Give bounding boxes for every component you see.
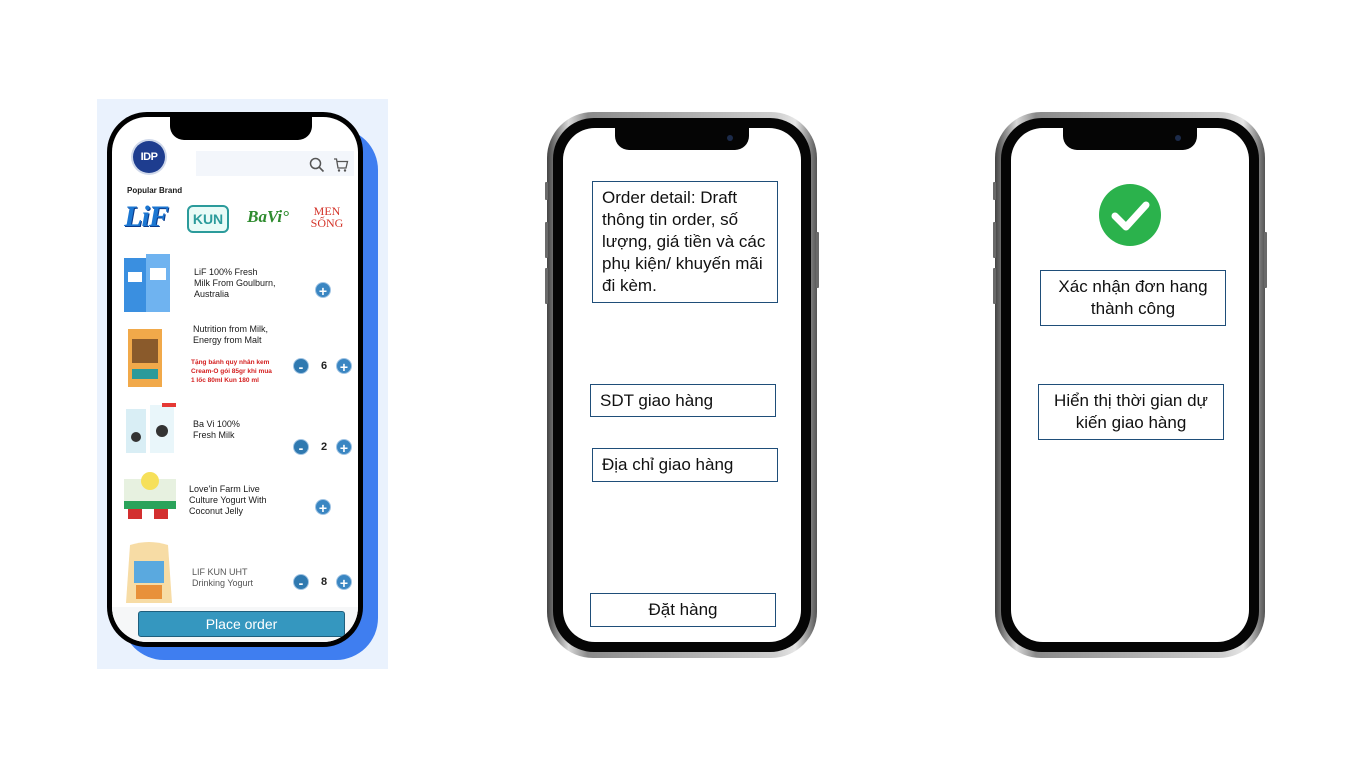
phone-side-button bbox=[816, 232, 819, 288]
product-image[interactable] bbox=[122, 401, 178, 457]
phone-side-button bbox=[993, 268, 996, 304]
phone-side-button bbox=[993, 182, 996, 200]
product-image[interactable] bbox=[122, 469, 178, 523]
kun-brand-logo[interactable]: KUN bbox=[187, 205, 229, 233]
decrease-button[interactable]: - bbox=[293, 439, 309, 456]
phone-notch bbox=[615, 128, 749, 150]
add-button[interactable]: + bbox=[315, 499, 331, 516]
quantity-value: 2 bbox=[320, 441, 328, 453]
product-name: Love'in Farm Live Culture Yogurt With Co… bbox=[189, 484, 267, 516]
product-image[interactable] bbox=[122, 252, 174, 314]
decrease-button[interactable]: - bbox=[293, 574, 309, 591]
product-image[interactable] bbox=[120, 539, 178, 607]
order-detail-box: Order detail: Draft thông tin order, số … bbox=[592, 181, 778, 303]
idp-logo[interactable]: IDP bbox=[133, 141, 165, 173]
app-mockup-phone: IDP Popular Brand LiF KUN BaVi° MEN SỐNG… bbox=[107, 112, 363, 647]
decrease-button[interactable]: - bbox=[293, 358, 309, 375]
phone-notch bbox=[1063, 128, 1197, 150]
promo-text: Tặng bánh quy nhân kem Cream-O gói 85gr … bbox=[191, 359, 272, 384]
product-name: LIF KUN UHT Drinking Yogurt bbox=[192, 567, 254, 588]
check-circle-icon bbox=[1099, 184, 1161, 246]
increase-button[interactable]: + bbox=[336, 439, 352, 456]
camera-icon bbox=[1175, 135, 1181, 141]
camera-icon bbox=[727, 135, 733, 141]
delivery-address-field[interactable]: Địa chỉ giao hàng bbox=[592, 448, 778, 482]
quantity-value: 6 bbox=[320, 360, 328, 372]
phone-side-button bbox=[545, 268, 548, 304]
product-name: Ba Vi 100% Fresh Milk bbox=[193, 419, 240, 440]
app-screen: IDP Popular Brand LiF KUN BaVi° MEN SỐNG… bbox=[112, 117, 358, 642]
phone-side-button bbox=[993, 222, 996, 258]
product-name: Nutrition from Milk, Energy from Malt bbox=[193, 324, 269, 345]
lif-brand-logo[interactable]: LiF bbox=[124, 199, 169, 235]
product-image[interactable] bbox=[122, 325, 168, 391]
phone-side-button bbox=[1264, 232, 1267, 288]
increase-button[interactable]: + bbox=[336, 574, 352, 591]
cart-icon[interactable] bbox=[333, 157, 349, 173]
add-button[interactable]: + bbox=[315, 282, 331, 299]
popular-brand-title: Popular Brand bbox=[127, 186, 183, 195]
place-order-button[interactable]: Đặt hàng bbox=[590, 593, 776, 627]
header-bar bbox=[196, 151, 354, 176]
search-icon[interactable] bbox=[309, 157, 325, 173]
phone-side-button bbox=[545, 222, 548, 258]
product-name: LiF 100% Fresh Milk From Goulburn, Austr… bbox=[194, 267, 276, 299]
phone-notch bbox=[170, 117, 312, 140]
men-song-brand-logo[interactable]: MEN SỐNG bbox=[302, 199, 352, 235]
order-confirmed-box: Xác nhận đơn hang thành công bbox=[1040, 270, 1226, 326]
quantity-value: 8 bbox=[320, 576, 328, 588]
phone-number-field[interactable]: SDT giao hàng bbox=[590, 384, 776, 417]
place-order-button[interactable]: Place order bbox=[138, 611, 345, 637]
delivery-time-box: Hiển thị thời gian dự kiến giao hàng bbox=[1038, 384, 1224, 440]
phone-side-button bbox=[545, 182, 548, 200]
bavi-brand-logo[interactable]: BaVi° bbox=[240, 199, 296, 235]
increase-button[interactable]: + bbox=[336, 358, 352, 375]
